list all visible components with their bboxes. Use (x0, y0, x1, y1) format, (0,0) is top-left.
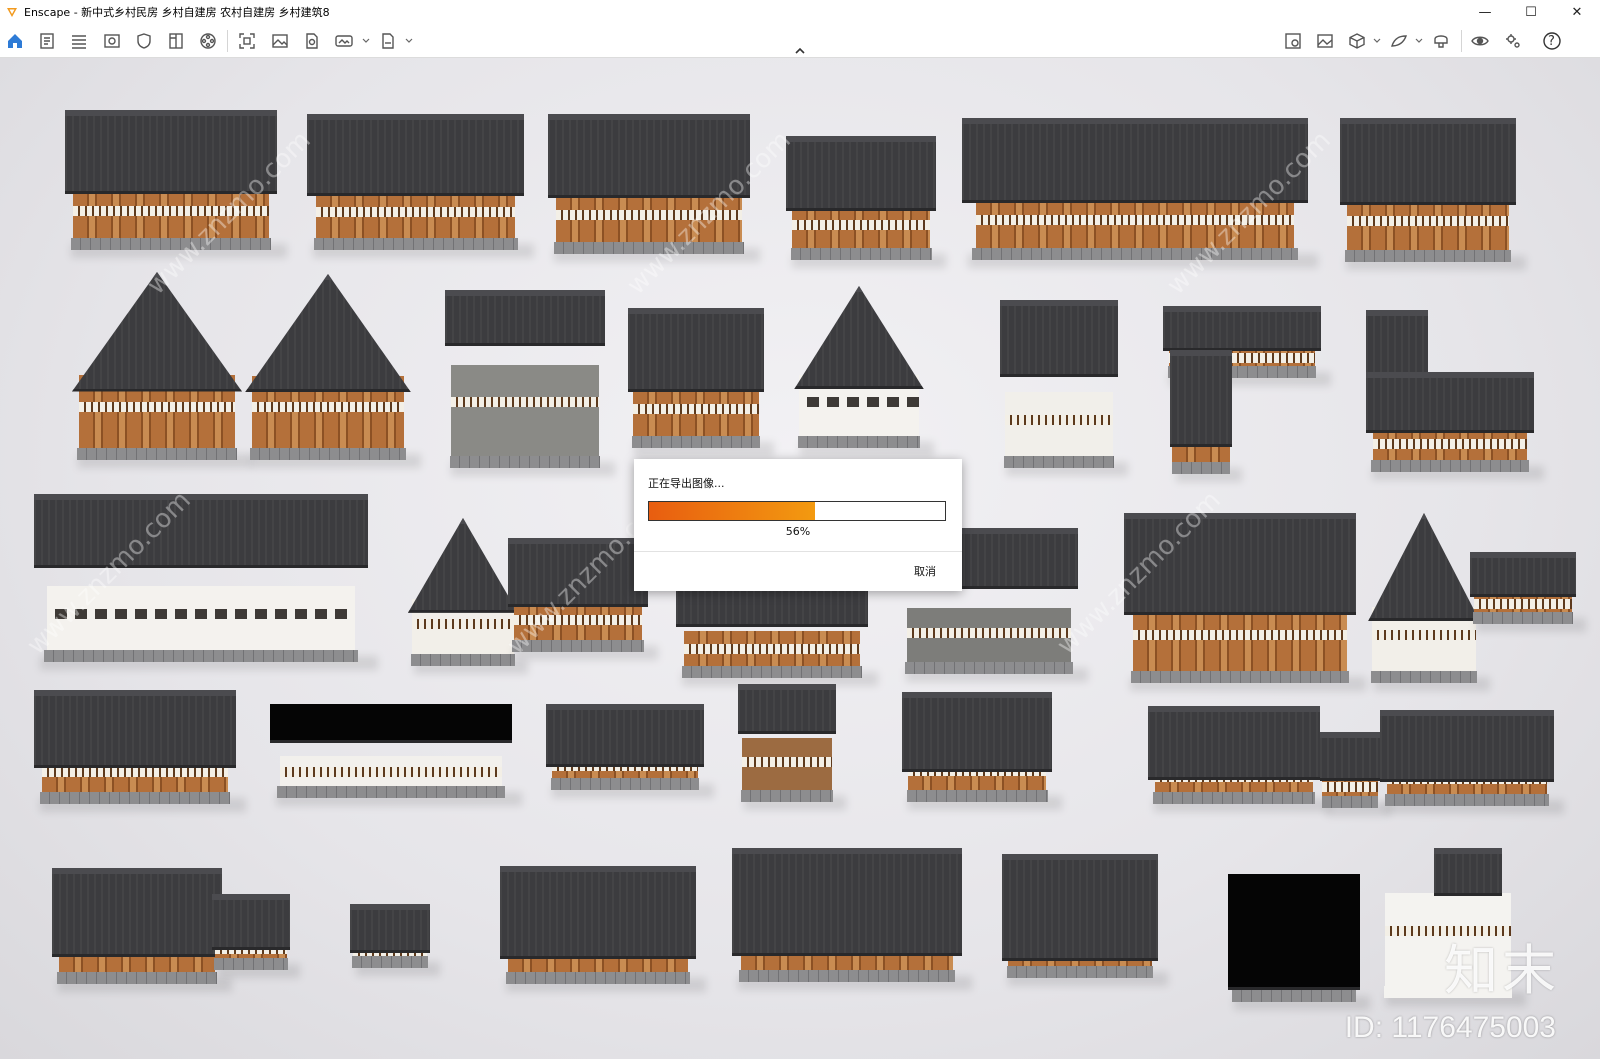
brand-watermark: 知末 (1444, 939, 1560, 1002)
help-label: ? (1548, 34, 1555, 49)
building (212, 894, 300, 978)
building (1148, 706, 1330, 812)
building (962, 118, 1318, 268)
building (445, 290, 615, 476)
map-icon[interactable] (1283, 31, 1303, 51)
cube-icon[interactable] (1347, 31, 1367, 51)
building (500, 866, 706, 992)
material-icon[interactable] (1389, 31, 1409, 51)
shield-icon[interactable] (134, 31, 154, 51)
building (270, 704, 522, 806)
gallery-icon[interactable] (1315, 31, 1335, 51)
screenshot-icon[interactable] (237, 31, 257, 51)
visual-settings-icon[interactable] (1470, 31, 1490, 51)
chevron-down-icon[interactable] (405, 37, 413, 45)
building (34, 494, 378, 670)
settings-icon[interactable] (1503, 31, 1523, 51)
home-icon[interactable] (5, 31, 25, 51)
building (546, 704, 714, 798)
close-button[interactable]: ✕ (1554, 0, 1600, 24)
building (738, 684, 846, 810)
collapse-toolbar-icon[interactable] (793, 46, 807, 56)
panorama-icon[interactable] (334, 31, 354, 51)
building (408, 518, 528, 674)
progress-percent: 56% (785, 525, 811, 538)
id-watermark: ID: 1176475003 (1344, 1011, 1556, 1044)
building (1320, 732, 1390, 816)
enscape-logo-icon (7, 8, 17, 17)
building (1366, 372, 1544, 480)
building (628, 308, 774, 456)
building (732, 848, 972, 990)
exe-export-icon[interactable] (378, 31, 398, 51)
dialog-divider (634, 551, 962, 552)
window-controls: — ☐ ✕ (1462, 0, 1600, 24)
chevron-down-icon[interactable] (1373, 37, 1381, 45)
building (548, 114, 760, 262)
building (34, 690, 246, 812)
building (307, 114, 534, 258)
minimize-button[interactable]: — (1462, 0, 1508, 24)
cancel-button[interactable]: 取消 (914, 563, 936, 579)
maximize-button[interactable]: ☐ (1508, 0, 1554, 24)
building (1368, 513, 1490, 691)
image-icon[interactable] (270, 31, 290, 51)
building (1340, 118, 1526, 270)
building (1002, 854, 1168, 986)
building (1380, 710, 1564, 814)
export-message: 正在导出图像... (648, 477, 725, 490)
building (350, 904, 440, 976)
chevron-down-icon[interactable] (362, 37, 370, 45)
film-icon[interactable] (198, 31, 218, 51)
building (1170, 350, 1242, 482)
book-icon[interactable] (166, 31, 186, 51)
progress-fill (649, 502, 815, 520)
building (794, 286, 934, 456)
building (902, 692, 1062, 810)
window-title: Enscape - 新中式乡村民房 乡村自建房 农村自建房 乡村建筑8 (24, 6, 330, 19)
building (1470, 552, 1586, 632)
building (65, 110, 287, 258)
building (72, 272, 252, 468)
building (1228, 874, 1370, 1010)
bim-icon[interactable] (69, 31, 89, 51)
title-bar: Enscape - 新中式乡村民房 乡村自建房 农村自建房 乡村建筑8 — ☐ … (0, 0, 1600, 24)
progress-bar (648, 501, 946, 521)
export-pdf-icon[interactable] (302, 31, 322, 51)
view-icon[interactable] (102, 31, 122, 51)
building (508, 538, 658, 660)
building (245, 274, 421, 468)
building (1000, 300, 1128, 476)
vr-headset-icon[interactable] (1431, 31, 1451, 51)
chevron-down-icon[interactable] (1415, 37, 1423, 45)
export-progress-dialog: 正在导出图像... 56% 取消 (634, 459, 962, 591)
building (1124, 513, 1366, 691)
building (786, 136, 946, 268)
notes-icon[interactable] (37, 31, 57, 51)
building (52, 868, 232, 992)
